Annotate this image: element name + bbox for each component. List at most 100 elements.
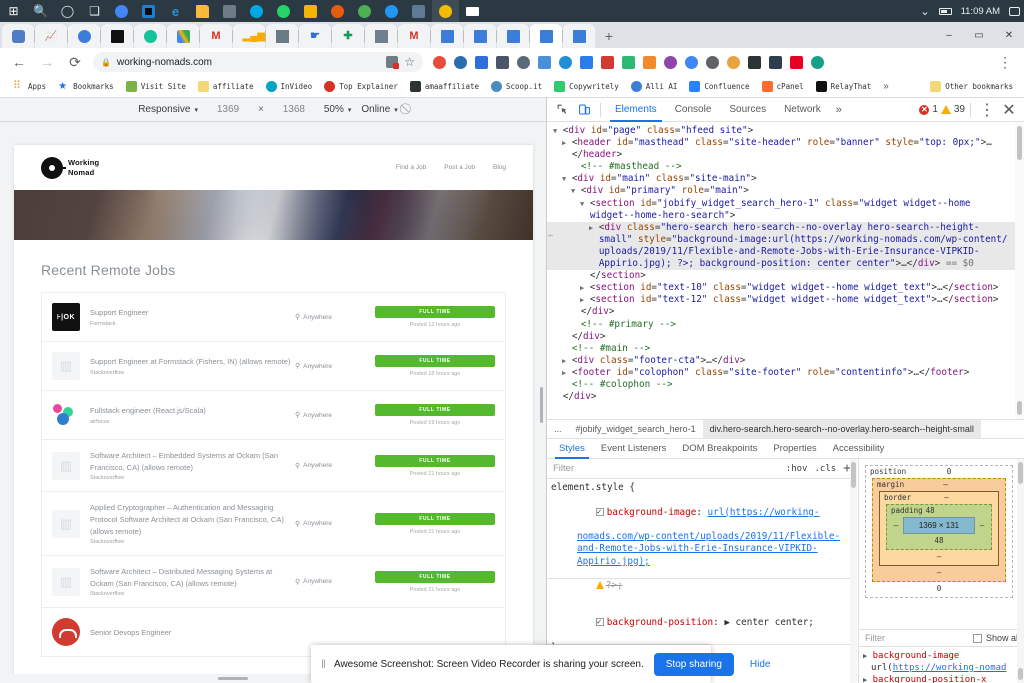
notifications-icon[interactable] bbox=[1009, 7, 1020, 16]
devtools-more-tabs-icon[interactable]: » bbox=[830, 104, 848, 116]
edge-icon[interactable]: e bbox=[162, 0, 189, 22]
job-title[interactable]: Support Engineer at Formstack (Fishers, … bbox=[90, 356, 295, 368]
tab-colors[interactable] bbox=[167, 24, 199, 48]
extension-blue-circle[interactable] bbox=[576, 52, 597, 73]
mail-icon[interactable] bbox=[459, 0, 486, 22]
extension-adblock[interactable] bbox=[429, 52, 450, 73]
dom-node-line[interactable]: ▶ <section id="text-10" class="widget wi… bbox=[547, 282, 1024, 294]
tray-chevron-icon[interactable]: ⌄ bbox=[920, 5, 929, 18]
devtools-tab-console[interactable]: Console bbox=[666, 98, 721, 122]
disclosure-triangle-icon[interactable]: ▼ bbox=[580, 200, 584, 208]
styles-tab-accessibility[interactable]: Accessibility bbox=[825, 438, 893, 459]
dom-tree[interactable]: ⋯ ▼ <div id="page" class="hfeed site">▶ … bbox=[547, 122, 1024, 419]
disclosure-triangle-icon[interactable]: ▼ bbox=[553, 127, 557, 135]
disclosure-triangle-icon[interactable]: ▶ bbox=[863, 676, 867, 683]
bookmarks-overflow-button[interactable]: » bbox=[877, 81, 895, 92]
back-icon[interactable]: ← bbox=[6, 49, 32, 75]
chrome-active-icon[interactable] bbox=[432, 0, 459, 22]
extension-target[interactable] bbox=[597, 52, 618, 73]
disclosure-triangle-icon[interactable]: ▶ bbox=[562, 369, 566, 377]
chrome-canary-icon[interactable] bbox=[351, 0, 378, 22]
disclosure-triangle-icon[interactable]: ▼ bbox=[562, 175, 566, 183]
devtools-tab-network[interactable]: Network bbox=[775, 98, 830, 122]
box-model-content-size[interactable]: 1369 × 131 bbox=[903, 517, 975, 534]
extension-google[interactable] bbox=[681, 52, 702, 73]
show-all-toggle[interactable]: Show all bbox=[973, 633, 1020, 643]
bookmark-relaythat[interactable]: RelayThat bbox=[810, 78, 878, 96]
extension-teal[interactable] bbox=[807, 52, 828, 73]
job-list-item[interactable]: ▥Software Architect – Embedded Systems a… bbox=[42, 440, 505, 492]
dom-node-line[interactable]: ▶ </div> bbox=[547, 391, 1024, 403]
devtools-tab-sources[interactable]: Sources bbox=[720, 98, 775, 122]
job-title[interactable]: Support Engineer bbox=[90, 307, 295, 319]
extension-green[interactable] bbox=[618, 52, 639, 73]
stop-sharing-button[interactable]: Stop sharing bbox=[654, 653, 734, 676]
dom-node-line[interactable]: ▼ <section id="jobify_widget_search_hero… bbox=[547, 198, 1024, 210]
margin-bottom-value[interactable]: – bbox=[877, 568, 1001, 577]
dom-node-line[interactable]: ▶ widget--home-hero-search"> bbox=[547, 210, 1024, 222]
bookmark-visit-site[interactable]: Visit Site bbox=[120, 78, 192, 96]
tab-doc-2[interactable] bbox=[464, 24, 496, 48]
tab-sheets[interactable]: ✚ bbox=[332, 24, 364, 48]
site-logo[interactable]: Working Nomad bbox=[41, 157, 99, 179]
breadcrumb-item[interactable]: div.hero-search.hero-search--no-overlay.… bbox=[703, 420, 981, 439]
chrome-menu-icon[interactable]: ⋮ bbox=[992, 49, 1018, 75]
clock[interactable]: 11:09 AM bbox=[961, 6, 1000, 17]
disclosure-triangle-icon[interactable]: ▼ bbox=[571, 187, 575, 195]
devtools-issue-counts[interactable]: ✕ 1 39 bbox=[919, 104, 965, 115]
site-nav-find-a-job[interactable]: Find a Job bbox=[396, 164, 426, 171]
site-nav-blog[interactable]: Blog bbox=[493, 164, 506, 171]
styles-tab-event-listeners[interactable]: Event Listeners bbox=[593, 438, 674, 459]
computed-scrollbar[interactable] bbox=[1017, 459, 1024, 683]
dom-tree-scrollbar[interactable] bbox=[1015, 122, 1024, 419]
background-image-declaration[interactable]: background-image: url(https://working- bbox=[551, 494, 857, 531]
tab-doc-5[interactable] bbox=[563, 24, 595, 48]
computed-properties-list[interactable]: ▶ background-imageurl(https://working-no… bbox=[859, 647, 1024, 683]
throttling-selector[interactable]: Online ▾ bbox=[361, 104, 397, 115]
background-image-url-2[interactable]: nomads.com/wp-content/uploads/2019/11/Fl… bbox=[577, 531, 840, 542]
tab-grammarly[interactable] bbox=[134, 24, 166, 48]
dom-node-line[interactable]: ▶ <!-- #colophon --> bbox=[547, 379, 1024, 391]
hide-notification-button[interactable]: Hide bbox=[744, 659, 777, 670]
tab-analytics[interactable]: 📈 bbox=[35, 24, 67, 48]
whatsapp-icon[interactable] bbox=[270, 0, 297, 22]
close-window-button[interactable]: ✕ bbox=[994, 30, 1024, 41]
site-nav-post-a-job[interactable]: Post a Job bbox=[444, 164, 475, 171]
styles-scrollbar[interactable] bbox=[850, 459, 857, 683]
background-image-url-4[interactable]: Appirio.jpg); bbox=[577, 556, 650, 567]
background-position-declaration[interactable]: background-position: ▶ center center; bbox=[551, 605, 857, 642]
job-title[interactable]: Fullstack engineer (React.js/Scala) bbox=[90, 405, 295, 417]
bookmark-confluence[interactable]: Confluence bbox=[683, 78, 755, 96]
extension-badge-icon[interactable] bbox=[386, 56, 398, 68]
computed-url-link[interactable]: https://working-nomad bbox=[893, 663, 1007, 673]
dom-node-line[interactable]: ▶ uploads/2019/11/Flexible-and-Remote-Jo… bbox=[547, 246, 1024, 258]
firefox-icon[interactable] bbox=[324, 0, 351, 22]
padding-bottom-value[interactable]: 48 bbox=[891, 536, 987, 545]
dom-node-line[interactable]: ▼ <div id="page" class="hfeed site"> bbox=[547, 125, 1024, 137]
padding-right-value[interactable]: – bbox=[977, 521, 987, 530]
disclosure-triangle-icon[interactable]: ▶ bbox=[589, 224, 593, 232]
skype-icon[interactable] bbox=[243, 0, 270, 22]
hov-toggle[interactable]: :hov bbox=[786, 464, 808, 474]
dom-node-line[interactable]: ▶ <!-- #main --> bbox=[547, 343, 1024, 355]
inspect-element-icon[interactable] bbox=[551, 99, 573, 121]
disclosure-triangle-icon[interactable]: ▶ bbox=[863, 652, 867, 660]
tab-doc-1[interactable] bbox=[431, 24, 463, 48]
chrome-icon[interactable] bbox=[108, 0, 135, 22]
padding-top-value[interactable]: 48 bbox=[926, 506, 935, 515]
drive-icon[interactable] bbox=[378, 0, 405, 22]
declaration-checkbox[interactable] bbox=[596, 508, 604, 516]
tab-round-blue[interactable] bbox=[68, 24, 100, 48]
dom-node-line[interactable]: ▶ <section id="text-12" class="widget wi… bbox=[547, 294, 1024, 306]
background-image-url-3[interactable]: and-Remote-Jobs-with-Erie-Insurance-VIPK… bbox=[577, 543, 818, 554]
tab-gmail-1[interactable]: M bbox=[200, 24, 232, 48]
tab-hand[interactable]: ☛ bbox=[299, 24, 331, 48]
tab-unknown-1[interactable] bbox=[2, 24, 34, 48]
padding-left-value[interactable]: – bbox=[891, 521, 901, 530]
settings-icon[interactable] bbox=[135, 0, 162, 22]
tab-doc-3[interactable] bbox=[497, 24, 529, 48]
declaration-checkbox[interactable] bbox=[596, 618, 604, 626]
extension-h[interactable] bbox=[765, 52, 786, 73]
computed-property[interactable]: ▶ background-image bbox=[863, 650, 1024, 662]
viewport-height-input[interactable]: 1368 bbox=[274, 104, 314, 115]
